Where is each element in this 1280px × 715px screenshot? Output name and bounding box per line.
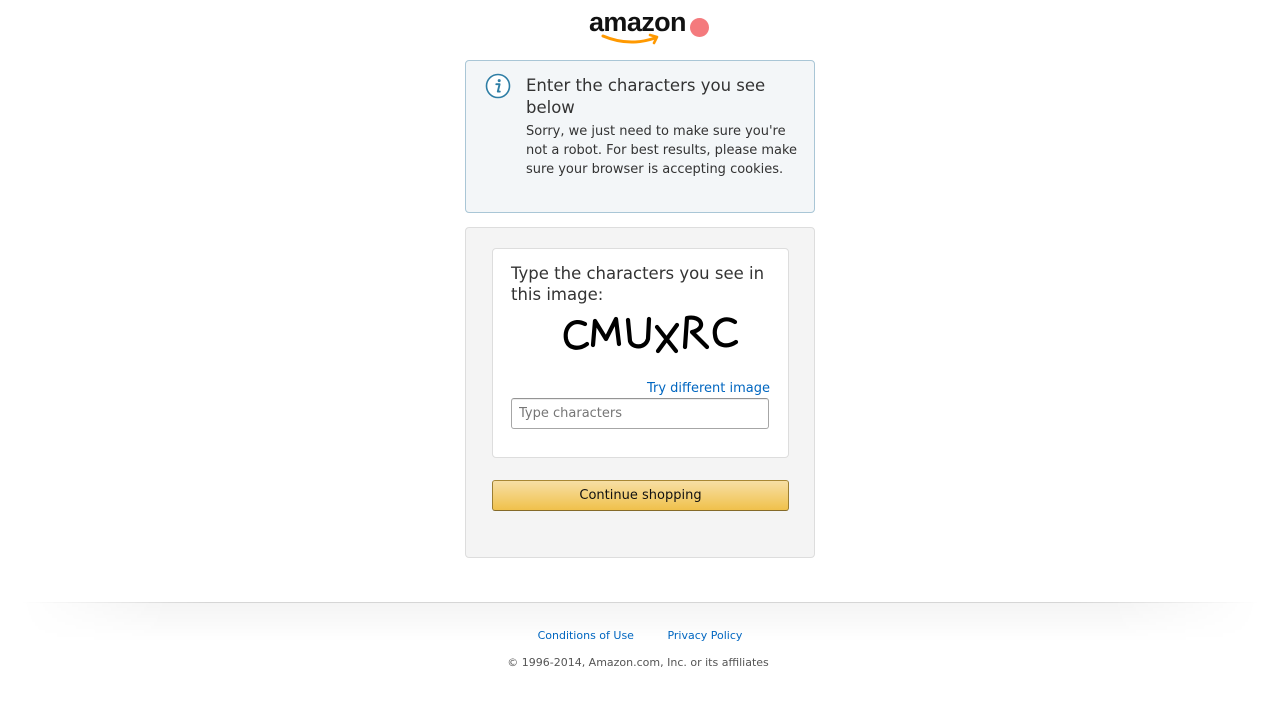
info-message: Sorry, we just need to make sure you're … [526, 124, 798, 177]
captcha-form: Type the characters you see in this imag… [465, 227, 815, 558]
conditions-of-use-link[interactable]: Conditions of Use [538, 629, 634, 642]
captcha-input[interactable] [511, 398, 769, 429]
info-alert: Enter the characters you see below Sorry… [465, 60, 815, 213]
copyright-text: © 1996-2014, Amazon.com, Inc. or its aff… [507, 656, 769, 669]
continue-shopping-button[interactable]: Continue shopping [492, 480, 789, 511]
amazon-smile-logo-icon [601, 33, 659, 45]
info-icon [485, 73, 511, 99]
captcha-card: Type the characters you see in this imag… [492, 248, 789, 458]
privacy-policy-link[interactable]: Privacy Policy [667, 629, 742, 642]
footer-divider [20, 602, 1260, 603]
try-different-image-link[interactable]: Try different image [647, 380, 770, 397]
info-heading: Enter the characters you see below [526, 76, 766, 117]
footer-links: Conditions of Use Privacy Policy [0, 628, 1280, 644]
cursor-marker [690, 18, 709, 37]
captcha-prompt: Type the characters you see in this imag… [511, 264, 765, 304]
captcha-image [563, 315, 739, 354]
